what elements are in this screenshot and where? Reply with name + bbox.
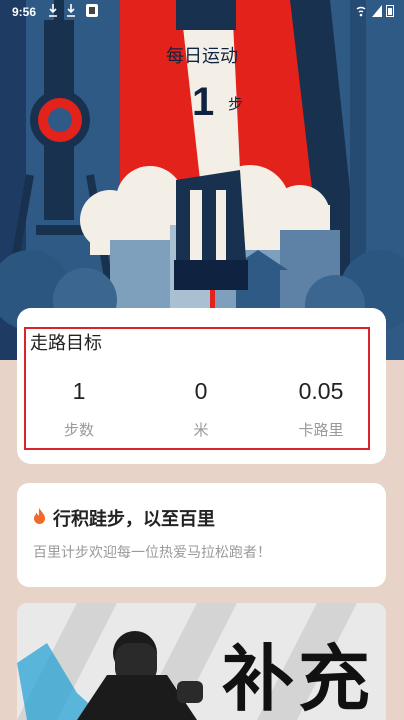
- stat-steps: 1 步数: [24, 378, 134, 440]
- step-unit: 步: [228, 95, 244, 113]
- stat-value: 1: [72, 378, 86, 404]
- stat-label: 卡路里: [298, 421, 344, 439]
- download-icon: [67, 4, 75, 17]
- banner-text: 补充: [222, 637, 375, 720]
- stat-label: 米: [193, 421, 209, 439]
- stat-calories: 0.05 卡路里: [266, 378, 376, 440]
- signal-icon: [372, 5, 382, 17]
- page-title: 每日运动: [166, 46, 238, 67]
- quote-subtitle: 百里计步欢迎每一位热爱马拉松跑者！: [33, 545, 271, 561]
- stat-distance: 0 米: [146, 378, 256, 440]
- flame-icon: [34, 508, 45, 524]
- promo-banner[interactable]: 补充: [17, 603, 386, 720]
- stat-value: 0: [194, 378, 208, 404]
- step-count: 1: [192, 80, 215, 124]
- status-bar: 9:56: [0, 0, 404, 26]
- battery-icon: [386, 5, 394, 17]
- wifi-icon: [356, 6, 366, 17]
- download-icon: [49, 4, 57, 17]
- stat-label: 步数: [63, 421, 94, 439]
- stat-value: 0.05: [298, 378, 344, 404]
- quote-title: 行积跬步，以至百里: [53, 509, 215, 530]
- status-time: 9:56: [12, 5, 37, 19]
- walk-goal-title: 走路目标: [30, 333, 102, 354]
- quote-card: [17, 483, 386, 587]
- app-notification-icon: [86, 4, 98, 17]
